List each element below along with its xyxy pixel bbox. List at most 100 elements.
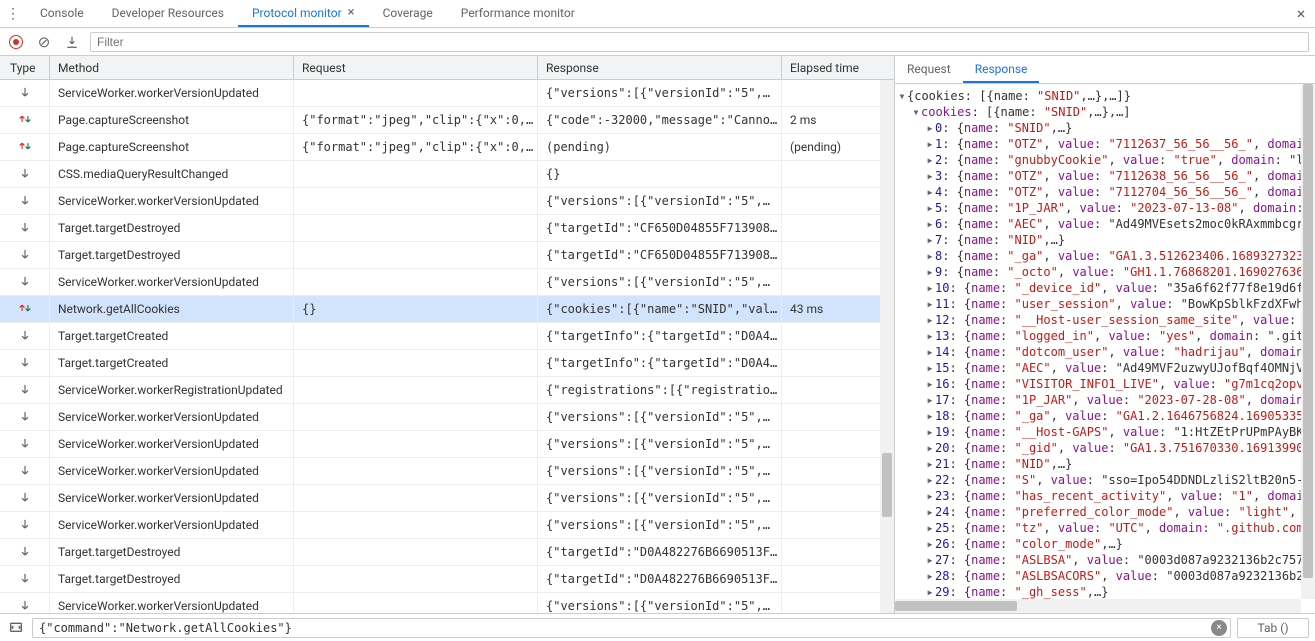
- table-row[interactable]: ServiceWorker.workerVersionUpdated{"vers…: [0, 485, 894, 512]
- tree-node[interactable]: 2: {name: "gnubbyCookie", value: "true",…: [897, 152, 1315, 168]
- expand-icon[interactable]: [925, 376, 935, 392]
- expand-icon[interactable]: [925, 344, 935, 360]
- clear-command-icon[interactable]: ×: [1211, 620, 1227, 636]
- col-type[interactable]: Type: [0, 56, 50, 79]
- col-elapsed[interactable]: Elapsed time: [782, 56, 894, 79]
- table-row[interactable]: ServiceWorker.workerVersionUpdated{"vers…: [0, 512, 894, 539]
- kebab-menu-icon[interactable]: [0, 0, 26, 27]
- expand-icon[interactable]: [925, 296, 935, 312]
- scrollbar-thumb[interactable]: [882, 453, 892, 517]
- tree-node[interactable]: 11: {name: "user_session", value: "BowKp…: [897, 296, 1315, 312]
- tab-developer-resources[interactable]: Developer Resources: [98, 0, 238, 27]
- expand-icon[interactable]: [925, 360, 935, 376]
- expand-icon[interactable]: [925, 520, 935, 536]
- tree-node[interactable]: 0: {name: "SNID",…}: [897, 120, 1315, 136]
- grid-vertical-scrollbar[interactable]: [880, 80, 894, 613]
- table-row[interactable]: ServiceWorker.workerVersionUpdated{"vers…: [0, 593, 894, 613]
- tree-node[interactable]: 21: {name: "NID",…}: [897, 456, 1315, 472]
- expand-icon[interactable]: [925, 584, 935, 600]
- expand-icon[interactable]: [925, 456, 935, 472]
- tree-node[interactable]: 18: {name: "_ga", value: "GA1.2.16467568…: [897, 408, 1315, 424]
- expand-icon[interactable]: [925, 424, 935, 440]
- expand-icon[interactable]: [925, 216, 935, 232]
- tree-node[interactable]: 27: {name: "ASLBSA", value: "0003d087a92…: [897, 552, 1315, 568]
- col-request[interactable]: Request: [294, 56, 538, 79]
- tree-node[interactable]: 1: {name: "OTZ", value: "7112637_56_56__…: [897, 136, 1315, 152]
- table-row[interactable]: Target.targetDestroyed{"targetId":"CF650…: [0, 242, 894, 269]
- expand-icon[interactable]: [925, 440, 935, 456]
- table-row[interactable]: ServiceWorker.workerVersionUpdated{"vers…: [0, 431, 894, 458]
- col-method[interactable]: Method: [50, 56, 294, 79]
- scrollbar-thumb[interactable]: [895, 601, 1017, 611]
- expand-icon[interactable]: [925, 552, 935, 568]
- tree-node[interactable]: 10: {name: "_device_id", value: "35a6f62…: [897, 280, 1315, 296]
- tree-node[interactable]: 23: {name: "has_recent_activity", value:…: [897, 488, 1315, 504]
- expand-icon[interactable]: [925, 184, 935, 200]
- table-row[interactable]: Target.targetDestroyed{"targetId":"D0A48…: [0, 539, 894, 566]
- table-row[interactable]: Network.getAllCookies{}{"cookies":[{"nam…: [0, 296, 894, 323]
- command-editor-icon[interactable]: [6, 618, 26, 638]
- table-row[interactable]: Page.captureScreenshot{"format":"jpeg","…: [0, 107, 894, 134]
- expand-icon[interactable]: [925, 392, 935, 408]
- table-row[interactable]: ServiceWorker.workerVersionUpdated{"vers…: [0, 404, 894, 431]
- expand-icon[interactable]: [925, 488, 935, 504]
- expand-icon[interactable]: [925, 312, 935, 328]
- expand-icon[interactable]: [925, 408, 935, 424]
- tab-coverage[interactable]: Coverage: [369, 0, 447, 27]
- tree-node[interactable]: {cookies: [{name: "SNID",…},…]}: [897, 88, 1315, 104]
- col-response[interactable]: Response: [538, 56, 782, 79]
- table-row[interactable]: Target.targetDestroyed{"targetId":"D0A48…: [0, 566, 894, 593]
- close-tab-icon[interactable]: ×: [348, 5, 355, 20]
- expand-icon[interactable]: [925, 280, 935, 296]
- table-row[interactable]: ServiceWorker.workerVersionUpdated{"vers…: [0, 458, 894, 485]
- expand-icon[interactable]: [925, 264, 935, 280]
- tree-node[interactable]: 6: {name: "AEC", value: "Ad49MVEsets2moc…: [897, 216, 1315, 232]
- tree-node[interactable]: 15: {name: "AEC", value: "Ad49MVF2uzwyUJ…: [897, 360, 1315, 376]
- table-row[interactable]: ServiceWorker.workerVersionUpdated{"vers…: [0, 80, 894, 107]
- table-row[interactable]: Target.targetDestroyed{"targetId":"CF650…: [0, 215, 894, 242]
- expand-icon[interactable]: [925, 504, 935, 520]
- table-row[interactable]: Target.targetCreated{"targetInfo":{"targ…: [0, 323, 894, 350]
- close-drawer-icon[interactable]: ×: [1287, 0, 1315, 27]
- tree-node[interactable]: 16: {name: "VISITOR_INFO1_LIVE", value: …: [897, 376, 1315, 392]
- detail-tab-request[interactable]: Request: [895, 56, 963, 83]
- tree-node[interactable]: 19: {name: "__Host-GAPS", value: "1:HtZE…: [897, 424, 1315, 440]
- filter-field[interactable]: [90, 32, 1309, 52]
- tree-node[interactable]: 8: {name: "_ga", value: "GA1.3.512623406…: [897, 248, 1315, 264]
- tree-node[interactable]: 9: {name: "_octo", value: "GH1.1.7686820…: [897, 264, 1315, 280]
- expand-icon[interactable]: [925, 120, 935, 136]
- tree-node[interactable]: cookies: [{name: "SNID",…},…]: [897, 104, 1315, 120]
- clear-button[interactable]: [34, 32, 54, 52]
- tree-node[interactable]: 13: {name: "logged_in", value: "yes", do…: [897, 328, 1315, 344]
- table-row[interactable]: ServiceWorker.workerVersionUpdated{"vers…: [0, 269, 894, 296]
- tree-node[interactable]: 20: {name: "_gid", value: "GA1.3.7516703…: [897, 440, 1315, 456]
- table-row[interactable]: Page.captureScreenshot{"format":"jpeg","…: [0, 134, 894, 161]
- tab-console[interactable]: Console: [26, 0, 98, 27]
- tree-horizontal-scrollbar[interactable]: [895, 599, 1301, 613]
- expand-icon[interactable]: [925, 472, 935, 488]
- expand-icon[interactable]: [925, 200, 935, 216]
- tree-node[interactable]: 24: {name: "preferred_color_mode", value…: [897, 504, 1315, 520]
- tab-performance-monitor[interactable]: Performance monitor: [447, 0, 589, 27]
- tab-protocol-monitor[interactable]: Protocol monitor ×: [238, 0, 369, 27]
- table-row[interactable]: ServiceWorker.workerVersionUpdated{"vers…: [0, 188, 894, 215]
- response-tree[interactable]: {cookies: [{name: "SNID",…},…]}cookies: …: [895, 84, 1315, 613]
- tree-node[interactable]: 3: {name: "OTZ", value: "7112638_56_56__…: [897, 168, 1315, 184]
- tree-node[interactable]: 14: {name: "dotcom_user", value: "hadrij…: [897, 344, 1315, 360]
- detail-tab-response[interactable]: Response: [963, 56, 1040, 83]
- record-button[interactable]: [6, 32, 26, 52]
- tree-node[interactable]: 17: {name: "1P_JAR", value: "2023-07-28-…: [897, 392, 1315, 408]
- expand-icon[interactable]: [925, 152, 935, 168]
- tree-node[interactable]: 5: {name: "1P_JAR", value: "2023-07-13-0…: [897, 200, 1315, 216]
- command-field[interactable]: ×: [32, 618, 1231, 638]
- expand-icon[interactable]: [911, 104, 921, 120]
- expand-icon[interactable]: [925, 536, 935, 552]
- expand-icon[interactable]: [925, 136, 935, 152]
- expand-icon[interactable]: [925, 232, 935, 248]
- save-button[interactable]: [62, 32, 82, 52]
- tree-vertical-scrollbar[interactable]: [1301, 84, 1315, 599]
- expand-icon[interactable]: [897, 88, 907, 104]
- tree-node[interactable]: 12: {name: "__Host-user_session_same_sit…: [897, 312, 1315, 328]
- expand-icon[interactable]: [925, 248, 935, 264]
- tree-node[interactable]: 28: {name: "ASLBSACORS", value: "0003d08…: [897, 568, 1315, 584]
